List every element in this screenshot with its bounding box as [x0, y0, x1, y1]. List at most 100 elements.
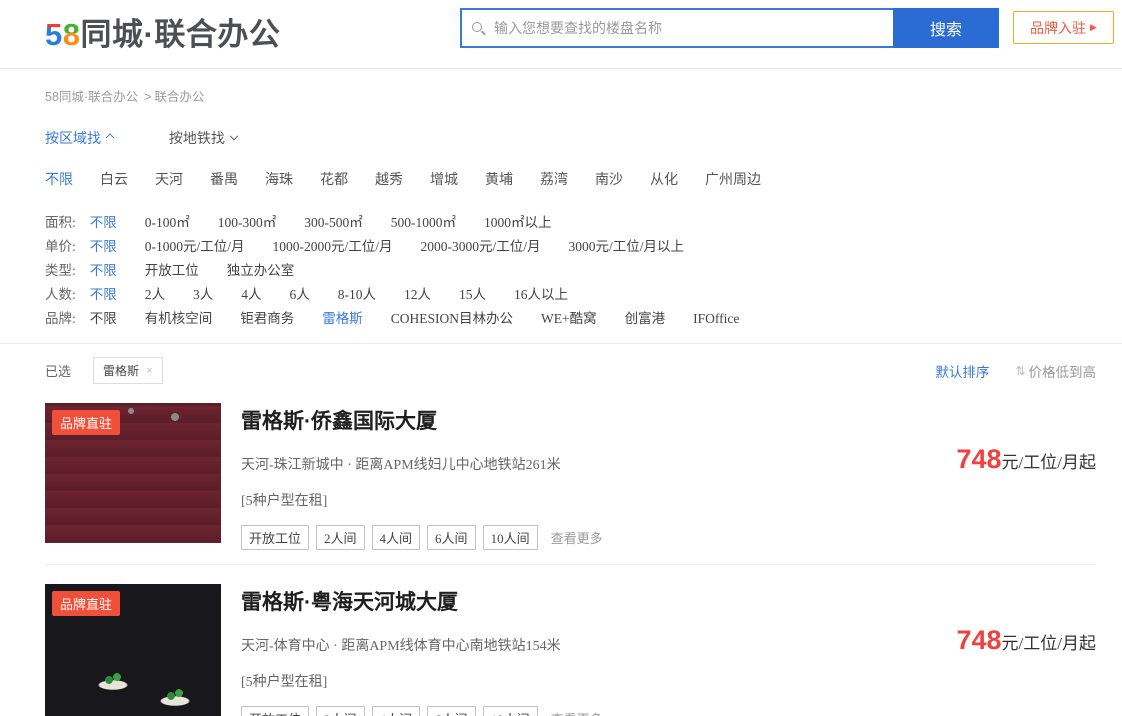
breadcrumb-root[interactable]: 58同城·联合办公 [45, 90, 138, 104]
filter-option-4-6[interactable]: 创富港 [625, 311, 666, 326]
filter-option-4-0[interactable]: 不限 [90, 311, 117, 326]
room-type-tag-0[interactable]: 开放工位 [241, 525, 309, 550]
filter-option-3-3[interactable]: 4人 [241, 287, 261, 302]
district-option-12[interactable]: 广州周边 [705, 171, 761, 187]
listing-title[interactable]: 雷格斯·侨鑫国际大厦 [241, 405, 603, 435]
tab-by-district[interactable]: 按区域找 [45, 130, 113, 146]
filter-option-2-2[interactable]: 独立办公室 [227, 263, 295, 278]
view-more-link[interactable]: 查看更多 [551, 528, 603, 547]
chevron-up-icon [106, 134, 114, 142]
chevron-down-icon [230, 132, 238, 140]
listing-title[interactable]: 雷格斯·粤海天河城大厦 [241, 586, 603, 616]
filter-option-3-5[interactable]: 8-10人 [338, 287, 376, 302]
filter-label: 品牌: [45, 311, 76, 326]
brand-join-label: 品牌入驻 [1030, 18, 1086, 38]
filter-rows: 面积: 不限 0-100㎡ 100-300㎡ 300-500㎡ 500-1000㎡ 1000… [45, 211, 1096, 331]
room-type-tag-3[interactable]: 6人间 [427, 706, 476, 716]
selected-label: 已选 [45, 361, 71, 380]
filter-option-1-4[interactable]: 3000元/工位/月以上 [569, 239, 685, 254]
room-type-tag-4[interactable]: 10人间 [483, 706, 538, 716]
logo[interactable]: 58同城·联合办公 [45, 9, 280, 54]
district-option-7[interactable]: 增城 [430, 171, 458, 187]
filter-option-0-4[interactable]: 500-1000㎡ [391, 215, 456, 230]
logo-text: 同城·联合办公 [81, 17, 281, 52]
listing-card: 品牌直驻 雷格斯·粤海天河城大厦 天河-体育中心 · 距离APM线体育中心南地铁… [45, 565, 1096, 716]
filter-option-0-5[interactable]: 1000㎡以上 [484, 215, 552, 230]
sort-icon: ⇅ [1015, 364, 1025, 378]
sort-controls: 默认排序 ⇅ 价格低到高 [935, 361, 1096, 381]
filter-label: 类型: [45, 263, 76, 278]
district-filter-row: 不限 白云 天河 番禺 海珠 花都 越秀 增城 黄埔 荔湾 南沙 从化 广州周边 [45, 169, 1096, 189]
filter-option-3-6[interactable]: 12人 [404, 287, 431, 302]
filter-option-4-1[interactable]: 有机核空间 [145, 311, 213, 326]
filter-option-1-3[interactable]: 2000-3000元/工位/月 [421, 239, 541, 254]
logo-8: 8 [63, 17, 81, 52]
listing-availability: [5种户型在租] [241, 671, 603, 691]
district-option-8[interactable]: 黄埔 [485, 171, 513, 187]
search-button[interactable]: 搜索 [893, 8, 999, 48]
selected-filter-chip[interactable]: 雷格斯 × [93, 357, 163, 384]
price-number: 748 [956, 625, 1001, 655]
filter-option-3-4[interactable]: 6人 [290, 287, 310, 302]
district-option-1[interactable]: 白云 [100, 171, 128, 187]
listing-photo[interactable]: 品牌直驻 [45, 403, 221, 543]
district-option-11[interactable]: 从化 [650, 171, 678, 187]
search-bar: 搜索 [460, 8, 999, 48]
filter-option-0-0[interactable]: 不限 [90, 215, 117, 230]
district-option-3[interactable]: 番禺 [210, 171, 238, 187]
listing-price: 748元/工位/月起 [956, 444, 1096, 475]
listing-photo[interactable]: 品牌直驻 [45, 584, 221, 716]
filter-row-0: 面积: 不限 0-100㎡ 100-300㎡ 300-500㎡ 500-1000㎡ 1000… [45, 211, 1096, 235]
room-type-tag-0[interactable]: 开放工位 [241, 706, 309, 716]
district-option-4[interactable]: 海珠 [265, 171, 293, 187]
divider [0, 343, 1122, 344]
room-type-tag-3[interactable]: 6人间 [427, 525, 476, 550]
filter-option-3-1[interactable]: 2人 [145, 287, 165, 302]
filter-option-4-5[interactable]: WE+酷窝 [541, 311, 597, 326]
filter-option-3-7[interactable]: 15人 [459, 287, 486, 302]
filter-option-4-7[interactable]: IFOffice [693, 311, 739, 326]
filter-option-1-2[interactable]: 1000-2000元/工位/月 [273, 239, 393, 254]
view-more-link[interactable]: 查看更多 [551, 709, 603, 716]
room-type-tag-2[interactable]: 4人间 [372, 525, 421, 550]
filter-option-0-1[interactable]: 0-100㎡ [145, 215, 190, 230]
filter-label: 单价: [45, 239, 76, 254]
room-type-tag-1[interactable]: 2人间 [316, 525, 365, 550]
filter-option-3-2[interactable]: 3人 [193, 287, 213, 302]
room-type-tag-2[interactable]: 4人间 [372, 706, 421, 716]
sort-price-link[interactable]: 价格低到高 [1029, 361, 1097, 381]
filter-label: 人数: [45, 287, 76, 302]
brand-badge: 品牌直驻 [52, 591, 120, 616]
filter-option-2-1[interactable]: 开放工位 [145, 263, 199, 278]
room-type-tag-1[interactable]: 2人间 [316, 706, 365, 716]
filter-option-2-0[interactable]: 不限 [90, 263, 117, 278]
room-type-tag-4[interactable]: 10人间 [483, 525, 538, 550]
district-option-0[interactable]: 不限 [45, 171, 73, 187]
filter-label: 面积: [45, 215, 76, 230]
filter-row-3: 人数: 不限 2人 3人 4人 6人 8-10人 12人 15人 16人以上 [45, 283, 1096, 307]
listing-info: 雷格斯·侨鑫国际大厦 天河-珠江新城中 · 距离APM线妇儿中心地铁站261米 … [241, 403, 603, 550]
sort-default-link[interactable]: 默认排序 [935, 361, 989, 381]
district-option-2[interactable]: 天河 [155, 171, 183, 187]
district-option-9[interactable]: 荔湾 [540, 171, 568, 187]
district-option-6[interactable]: 越秀 [375, 171, 403, 187]
filter-option-1-1[interactable]: 0-1000元/工位/月 [145, 239, 245, 254]
filter-option-4-4[interactable]: COHESION目林办公 [391, 311, 513, 326]
listing-location: 天河-体育中心 · 距离APM线体育中心南地铁站154米 [241, 635, 603, 655]
brand-join-button[interactable]: 品牌入驻 ▶ [1013, 11, 1114, 44]
district-option-10[interactable]: 南沙 [595, 171, 623, 187]
filter-option-0-3[interactable]: 300-500㎡ [304, 215, 363, 230]
filter-option-1-0[interactable]: 不限 [90, 239, 117, 254]
filter-option-3-0[interactable]: 不限 [90, 287, 117, 302]
tab-by-metro[interactable]: 按地铁找 [169, 130, 237, 146]
filter-option-0-2[interactable]: 100-300㎡ [218, 215, 277, 230]
filter-option-3-8[interactable]: 16人以上 [514, 287, 568, 302]
filter-option-4-3[interactable]: 雷格斯 [322, 311, 363, 326]
close-icon[interactable]: × [146, 363, 153, 378]
district-option-5[interactable]: 花都 [320, 171, 348, 187]
header: 58同城·联合办公 搜索 品牌入驻 ▶ [0, 0, 1122, 69]
search-input[interactable] [460, 8, 893, 48]
chip-label: 雷格斯 [103, 362, 139, 379]
filter-option-4-2[interactable]: 钜君商务 [240, 311, 294, 326]
price-unit: 元/工位/月起 [1002, 453, 1096, 472]
